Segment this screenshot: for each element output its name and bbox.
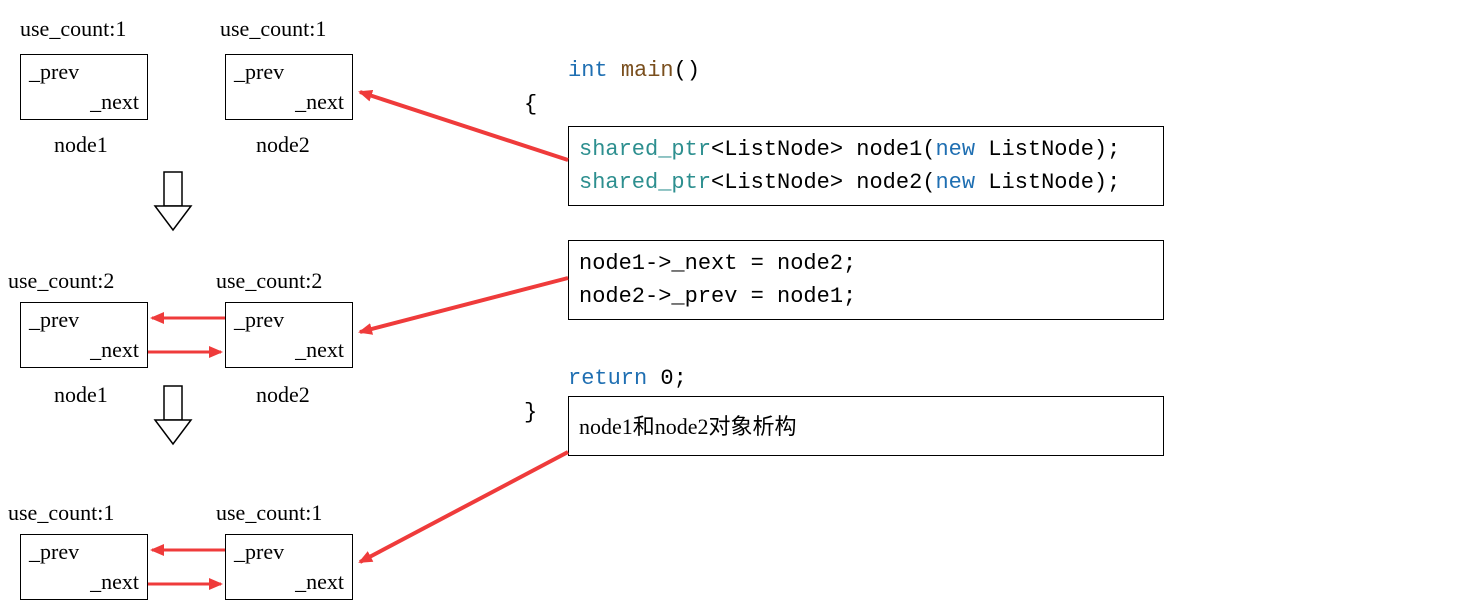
code-kw-new-2: new	[935, 170, 975, 195]
stage3-node1-count: use_count:1	[8, 500, 114, 526]
code-txt-1c: node1(	[843, 137, 935, 162]
down-arrow-1-icon	[155, 172, 191, 230]
code-paren: ()	[674, 58, 700, 83]
code-txt-2c: node2(	[843, 170, 935, 195]
code-txt-1e: ListNode);	[975, 137, 1120, 162]
stage1-node2-prev: _prev	[234, 59, 284, 85]
stage3-node2-prev: _prev	[234, 539, 284, 565]
stage1-node1-name: node1	[54, 132, 108, 158]
stage2-node1-name: node1	[54, 382, 108, 408]
code-line-3: node1->_next = node2;	[579, 247, 1153, 280]
stage3-node1-next: _next	[90, 569, 139, 595]
code-return: return 0;	[568, 362, 687, 395]
code-tyarg-1: <ListNode>	[711, 137, 843, 162]
stage2-node1-box: _prev _next	[20, 302, 148, 368]
code-block-2: node1->_next = node2; node2->_prev = nod…	[568, 240, 1164, 320]
stage1-node2-next: _next	[295, 89, 344, 115]
stage3-node2-next: _next	[295, 569, 344, 595]
code-kw-int: int	[568, 58, 608, 83]
stage1-node1-box: _prev _next	[20, 54, 148, 120]
code-ret-b: 0;	[647, 366, 687, 391]
stage3-node1-prev: _prev	[29, 539, 79, 565]
stage3-node1-box: _prev _next	[20, 534, 148, 600]
stage1-node2-count: use_count:1	[220, 16, 326, 42]
code-brace-open: {	[524, 88, 537, 121]
down-arrow-2-icon	[155, 386, 191, 444]
code-ty-2: shared_ptr	[579, 170, 711, 195]
arrow-code3-to-stage3-icon	[360, 452, 568, 562]
code-line-4: node2->_prev = node1;	[579, 280, 1153, 313]
stage2-node2-count: use_count:2	[216, 268, 322, 294]
stage1-node2-box: _prev _next	[225, 54, 353, 120]
stage1-node1-count: use_count:1	[20, 16, 126, 42]
code-brace-close: }	[524, 396, 537, 429]
code-line-1: shared_ptr<ListNode> node1(new ListNode)…	[579, 133, 1153, 166]
code-destruct-text: node1和node2对象析构	[579, 410, 797, 443]
stage2-node2-name: node2	[256, 382, 310, 408]
code-signature: int main()	[568, 54, 700, 87]
code-kw-new-1: new	[935, 137, 975, 162]
stage2-node1-prev: _prev	[29, 307, 79, 333]
stage1-node1-next: _next	[90, 89, 139, 115]
stage2-node2-next: _next	[295, 337, 344, 363]
code-fn-main: main	[621, 58, 674, 83]
code-txt-2e: ListNode);	[975, 170, 1120, 195]
code-block-3: node1和node2对象析构	[568, 396, 1164, 456]
code-tyarg-2: <ListNode>	[711, 170, 843, 195]
stage2-node1-count: use_count:2	[8, 268, 114, 294]
code-ty-1: shared_ptr	[579, 137, 711, 162]
code-line-2: shared_ptr<ListNode> node2(new ListNode)…	[579, 166, 1153, 199]
stage1-node1-prev: _prev	[29, 59, 79, 85]
stage1-node2-name: node2	[256, 132, 310, 158]
stage2-node2-prev: _prev	[234, 307, 284, 333]
stage3-node2-box: _prev _next	[225, 534, 353, 600]
code-block-1: shared_ptr<ListNode> node1(new ListNode)…	[568, 126, 1164, 206]
arrow-code2-to-stage2-icon	[360, 278, 568, 332]
stage2-node2-box: _prev _next	[225, 302, 353, 368]
stage2-node1-next: _next	[90, 337, 139, 363]
code-kw-return: return	[568, 366, 647, 391]
stage3-node2-count: use_count:1	[216, 500, 322, 526]
